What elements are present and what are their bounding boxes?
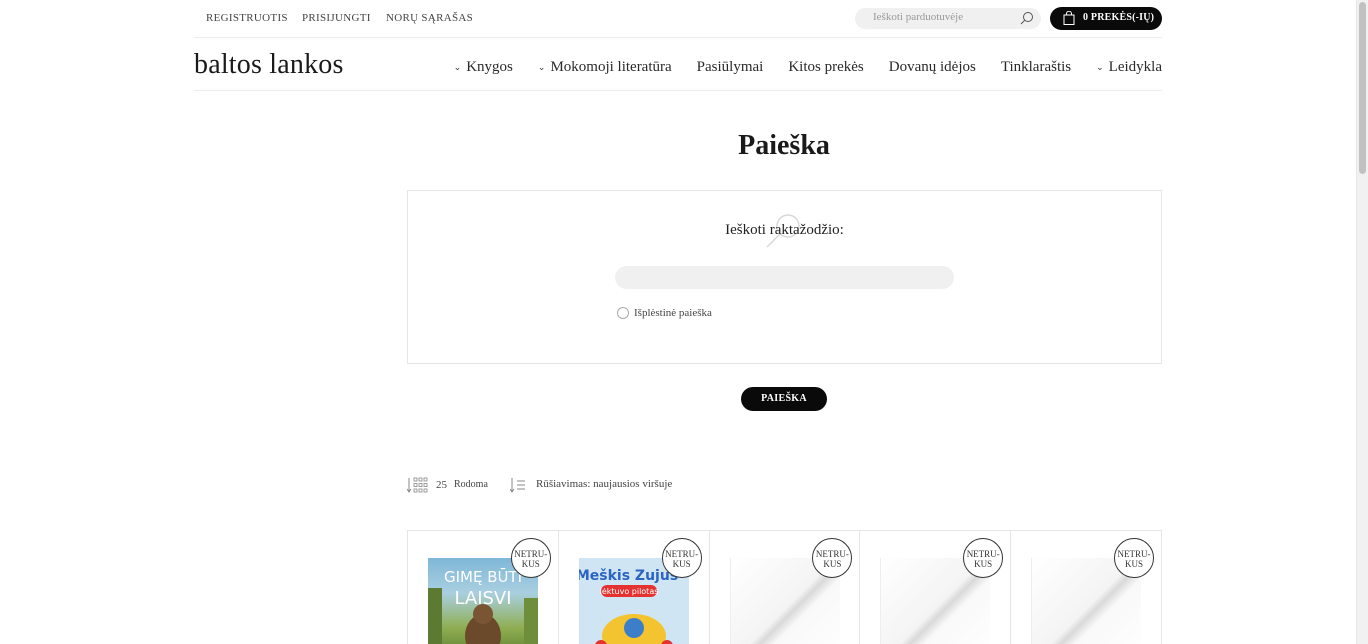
product-grid: NETRU- KUS GIMĘ BŪTI LAISVI NETRU- KUS Meš… bbox=[407, 530, 1162, 644]
register-link[interactable]: REGISTRUOTIS bbox=[206, 12, 288, 24]
nav-item-label: Pasiūlymai bbox=[696, 59, 764, 75]
login-link[interactable]: PRISIJUNGTI bbox=[302, 12, 371, 24]
badge-text-line2: KUS bbox=[672, 559, 691, 569]
product-card[interactable]: NETRU- KUS bbox=[1011, 531, 1162, 644]
cart-label: 0 PREKĖS(-IŲ) bbox=[1083, 12, 1155, 23]
nav-item-label: Dovanų idėjos bbox=[888, 59, 976, 75]
nav-item-knygos[interactable]: ⌄ Knygos bbox=[454, 59, 513, 76]
site-logo[interactable]: baltos lankos bbox=[194, 49, 344, 81]
nav-item-label: Knygos bbox=[466, 59, 513, 75]
badge-text-line1: NETRU- bbox=[514, 549, 548, 559]
grid-view-icon[interactable] bbox=[407, 477, 429, 493]
nav-item-dovanu-idejos[interactable]: Dovanų idėjos bbox=[889, 59, 976, 76]
nav-item-label: Kitos prekės bbox=[788, 59, 864, 75]
product-card[interactable]: NETRU- KUS Meškis Zujus lėktuvo pilotas bbox=[559, 531, 710, 644]
scrollbar-thumb[interactable] bbox=[1359, 2, 1366, 174]
badge-text-line1: NETRU- bbox=[1117, 549, 1151, 559]
search-button[interactable]: PAIEŠKA bbox=[741, 387, 827, 411]
main-nav: ⌄ Knygos ⌄ Mokomoji literatūra Pasiūlymai … bbox=[429, 59, 1162, 76]
sort-select[interactable]: Rūšiavimas: naujausios viršuje bbox=[536, 478, 672, 490]
wishlist-link[interactable]: NORŲ SĄRAŠAS bbox=[386, 12, 473, 24]
top-bar: REGISTRUOTIS PRISIJUNGTI NORŲ SĄRAŠAS Ie… bbox=[194, 0, 1162, 38]
search-keyword-label: Ieškoti raktažodžio: bbox=[725, 222, 844, 238]
nav-item-label: Mokomoji literatūra bbox=[550, 59, 672, 75]
svg-text:lėktuvo pilotas: lėktuvo pilotas bbox=[599, 587, 658, 596]
cart-button[interactable]: 0 PREKĖS(-IŲ) bbox=[1050, 7, 1162, 30]
product-card[interactable]: NETRU- KUS bbox=[710, 531, 861, 644]
badge-text-line1: NETRU- bbox=[966, 549, 1000, 559]
page-title: Paieška bbox=[0, 130, 1368, 162]
product-card[interactable]: NETRU- KUS bbox=[860, 531, 1012, 644]
shopping-bag-icon bbox=[1063, 11, 1075, 25]
chevron-down-icon: ⌄ bbox=[453, 62, 462, 72]
search-icon[interactable] bbox=[1020, 11, 1034, 25]
store-search-input[interactable]: Ieškoti parduotuvėje bbox=[855, 8, 1041, 29]
search-panel: Ieškoti raktažodžio: Išplėstinė paieška bbox=[407, 190, 1162, 364]
advanced-search-label: Išplėstinė paieška bbox=[634, 307, 712, 319]
badge-text-line1: NETRU- bbox=[665, 549, 699, 559]
coming-soon-badge: NETRU- KUS bbox=[510, 538, 551, 578]
product-card[interactable]: NETRU- KUS GIMĘ BŪTI LAISVI bbox=[408, 531, 559, 644]
coming-soon-badge: NETRU- KUS bbox=[661, 538, 702, 578]
nav-item-tinklarastis[interactable]: Tinklaraštis bbox=[1001, 59, 1071, 76]
badge-text-line2: KUS bbox=[1124, 559, 1143, 569]
svg-text:Meškis Zujus: Meškis Zujus bbox=[579, 568, 678, 584]
site-header: baltos lankos ⌄ Knygos ⌄ Mokomoji literatū… bbox=[194, 39, 1162, 91]
advanced-search-checkbox[interactable] bbox=[617, 307, 629, 319]
results-toolbar: 25 Rodoma Rūšiavimas: naujausios viršuje bbox=[407, 476, 807, 494]
per-page-label: Rodoma bbox=[454, 479, 488, 490]
per-page-count[interactable]: 25 bbox=[436, 479, 447, 491]
page-title-text: Paieška bbox=[738, 130, 830, 161]
coming-soon-badge: NETRU- KUS bbox=[1113, 538, 1154, 578]
coming-soon-badge: NETRU- KUS bbox=[812, 538, 853, 578]
nav-item-label: Tinklaraštis bbox=[1000, 59, 1072, 75]
badge-text-line1: NETRU- bbox=[815, 549, 849, 559]
store-search-placeholder: Ieškoti parduotuvėje bbox=[873, 11, 964, 23]
badge-text-line2: KUS bbox=[823, 559, 842, 569]
nav-item-mokomoji-literatura[interactable]: ⌄ Mokomoji literatūra bbox=[538, 59, 672, 76]
sort-icon[interactable] bbox=[510, 477, 526, 493]
nav-item-leidykla[interactable]: ⌄ Leidykla bbox=[1096, 59, 1162, 76]
nav-item-pasiulymai[interactable]: Pasiūlymai bbox=[697, 59, 764, 76]
advanced-search-option[interactable]: Išplėstinė paieška bbox=[617, 307, 712, 319]
search-keyword-input[interactable] bbox=[615, 266, 954, 289]
coming-soon-badge: NETRU- KUS bbox=[963, 538, 1004, 578]
page-scrollbar[interactable] bbox=[1356, 0, 1368, 644]
nav-item-label: Leidykla bbox=[1108, 59, 1162, 75]
chevron-down-icon: ⌄ bbox=[537, 62, 546, 72]
svg-text:GIMĘ BŪTI: GIMĘ BŪTI bbox=[444, 567, 522, 586]
nav-item-kitos-prekes[interactable]: Kitos prekės bbox=[788, 59, 863, 76]
badge-text-line2: KUS bbox=[974, 559, 993, 569]
chevron-down-icon: ⌄ bbox=[1096, 62, 1104, 72]
badge-text-line2: KUS bbox=[521, 559, 540, 569]
